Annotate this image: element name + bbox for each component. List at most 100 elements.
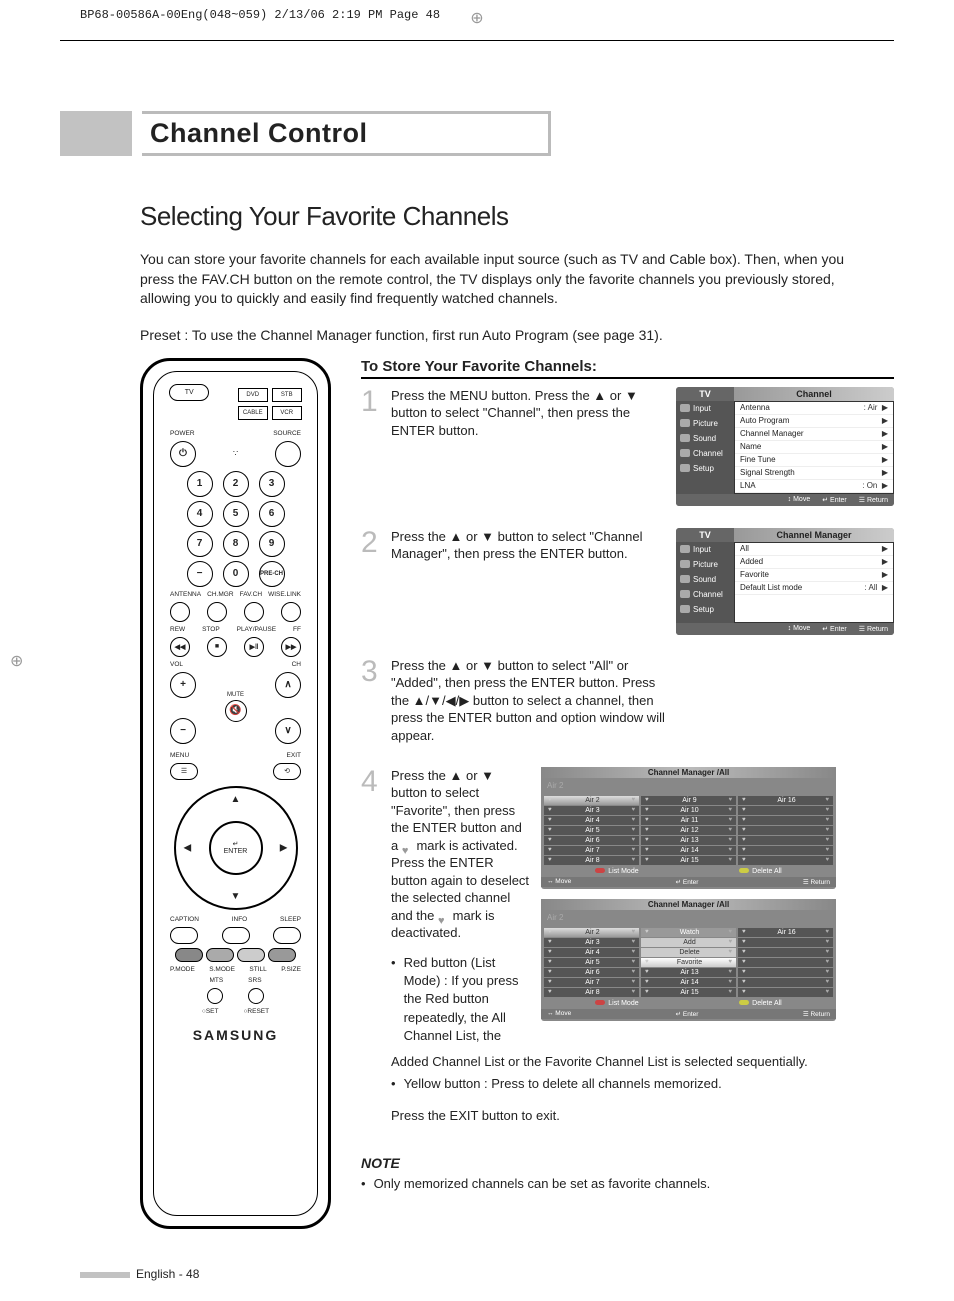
grid1-hint-enter: ↵ Enter <box>676 878 699 886</box>
stb-mode-button: STB <box>272 388 302 402</box>
grid2-listmode: List Mode <box>595 1000 638 1007</box>
color-blue-button <box>268 948 296 962</box>
grid1-cell <box>738 836 833 845</box>
mute-button: 🔇 <box>225 700 247 722</box>
osd1-side-input: Input <box>676 401 734 416</box>
nav-left-icon: ◀ <box>184 842 192 853</box>
exit-instruction: Press the EXIT button to exit. <box>391 1107 894 1125</box>
set-label: ○SET <box>202 1008 219 1015</box>
step-4-number: 4 <box>361 767 381 1045</box>
grid1-cell <box>738 806 833 815</box>
power-button: ⏻ <box>170 441 196 467</box>
osd2-side-picture: Picture <box>676 557 734 572</box>
step-2-text: Press the ▲ or ▼ button to select "Chann… <box>391 528 666 635</box>
note-body: Only memorized channels can be set as fa… <box>374 1175 711 1193</box>
osd1-title: Channel <box>734 387 894 401</box>
tv-mode-button: TV <box>169 384 209 401</box>
grid1-cell: Air 7 <box>544 846 639 855</box>
osd1-item-autoprogram: Auto Program▶ <box>735 415 893 428</box>
digit-6: 6 <box>259 501 285 527</box>
osd2-foot-move: ↕ Move <box>788 625 811 633</box>
chmgr-button <box>207 602 227 622</box>
step-4-continuation: Added Channel List or the Favorite Chann… <box>391 1053 894 1071</box>
page-footer: English - 48 <box>80 1267 199 1281</box>
digit-5: 5 <box>223 501 249 527</box>
favch-label: FAV.CH <box>240 591 262 598</box>
grid2-popup-delete: Delete <box>641 948 736 957</box>
grid1-cell: Air 9 <box>641 796 736 805</box>
reset-label: ○RESET <box>243 1008 269 1015</box>
dash-button: − <box>187 561 213 587</box>
step-4-text: Press the ▲ or ▼ button to select "Favor… <box>391 767 531 1045</box>
channel-grid-popup: Channel Manager /All Air 2 Air 2WatchAir… <box>541 899 836 1021</box>
grid1-cell: Air 2 <box>544 796 639 805</box>
power-label: POWER <box>170 430 195 437</box>
digit-4: 4 <box>187 501 213 527</box>
grid1-cell <box>738 816 833 825</box>
pre-ch-button: PRE-CH <box>259 561 285 587</box>
intro-paragraph: You can store your favorite channels for… <box>140 250 874 309</box>
registration-mark-top: ⊕ <box>470 8 483 28</box>
info-button <box>222 927 250 944</box>
rew-label: REW <box>170 626 185 633</box>
osd1-foot-return: ☰ Return <box>859 496 888 504</box>
step-3-text: Press the ▲ or ▼ button to select "All" … <box>391 657 666 745</box>
osd2-side-channel: Channel <box>676 587 734 602</box>
grid2-cell: Air 3 <box>544 938 639 947</box>
nav-wheel: ▲ ▼ ◀ ▶ ↵ENTER <box>174 786 298 910</box>
smode-label: S.MODE <box>209 966 235 973</box>
grid1-cell: Air 11 <box>641 816 736 825</box>
chapter-grey-bar <box>60 111 132 156</box>
digit-8: 8 <box>223 531 249 557</box>
ch-label: CH <box>292 661 301 668</box>
osd1-item-finetune: Fine Tune▶ <box>735 454 893 467</box>
grid1-cell <box>738 846 833 855</box>
store-heading: To Store Your Favorite Channels: <box>361 358 894 379</box>
wiselink-label: WISE.LINK <box>268 591 301 598</box>
osd2-side-sound: Sound <box>676 572 734 587</box>
vcr-mode-button: VCR <box>272 406 302 420</box>
grid1-cell: Air 13 <box>641 836 736 845</box>
vol-up-button: + <box>170 672 196 698</box>
ch-up-button: ∧ <box>275 672 301 698</box>
red-button-bullet: Red button (List Mode) : If you press th… <box>404 954 531 1045</box>
play-button: ▶‖ <box>244 637 264 657</box>
grid2-cell <box>738 948 833 957</box>
nav-up-icon: ▲ <box>231 794 241 805</box>
osd2-item-all: All▶ <box>735 543 893 556</box>
mute-label: MUTE <box>225 692 247 698</box>
section-title: Selecting Your Favorite Channels <box>140 201 894 232</box>
digit-0: 0 <box>223 561 249 587</box>
digit-1: 1 <box>187 471 213 497</box>
grid2-cell: Air 14 <box>641 978 736 987</box>
osd2-side-input: Input <box>676 542 734 557</box>
osd2-item-added: Added▶ <box>735 556 893 569</box>
osd2-title: Channel Manager <box>734 528 894 542</box>
grid2-popup-add: Add <box>641 938 736 947</box>
grid1-cell: Air 14 <box>641 846 736 855</box>
ff-label: FF <box>293 626 301 633</box>
sleep-button <box>273 927 301 944</box>
mts-button <box>207 988 223 1004</box>
favch-button <box>244 602 264 622</box>
ch-down-button: ∨ <box>275 718 301 744</box>
color-green-button <box>206 948 234 962</box>
grid1-current: Air 2 <box>541 778 836 796</box>
osd1-item-antenna: Antenna: Air ▶ <box>735 402 893 415</box>
grid1-cell: Air 12 <box>641 826 736 835</box>
caption-label: CAPTION <box>170 916 199 923</box>
samsung-logo: SAMSUNG <box>160 1027 311 1043</box>
grid2-deleteall: Delete All <box>739 1000 782 1007</box>
grid1-cell: Air 3 <box>544 806 639 815</box>
osd-channel-menu: TVChannel Input Picture Sound Channel Se… <box>676 387 894 506</box>
digit-3: 3 <box>259 471 285 497</box>
grid1-cell: Air 16 <box>738 796 833 805</box>
grid2-hint-enter: ↵ Enter <box>676 1010 699 1018</box>
chapter-title-block: Channel Control <box>60 111 894 156</box>
osd1-side-setup: Setup <box>676 461 734 476</box>
grid2-cell <box>738 988 833 997</box>
vol-label: VOL <box>170 661 183 668</box>
osd1-foot-enter: ↵ Enter <box>822 496 847 504</box>
grid2-cell: Air 4 <box>544 948 639 957</box>
menu-label: MENU <box>170 752 189 759</box>
